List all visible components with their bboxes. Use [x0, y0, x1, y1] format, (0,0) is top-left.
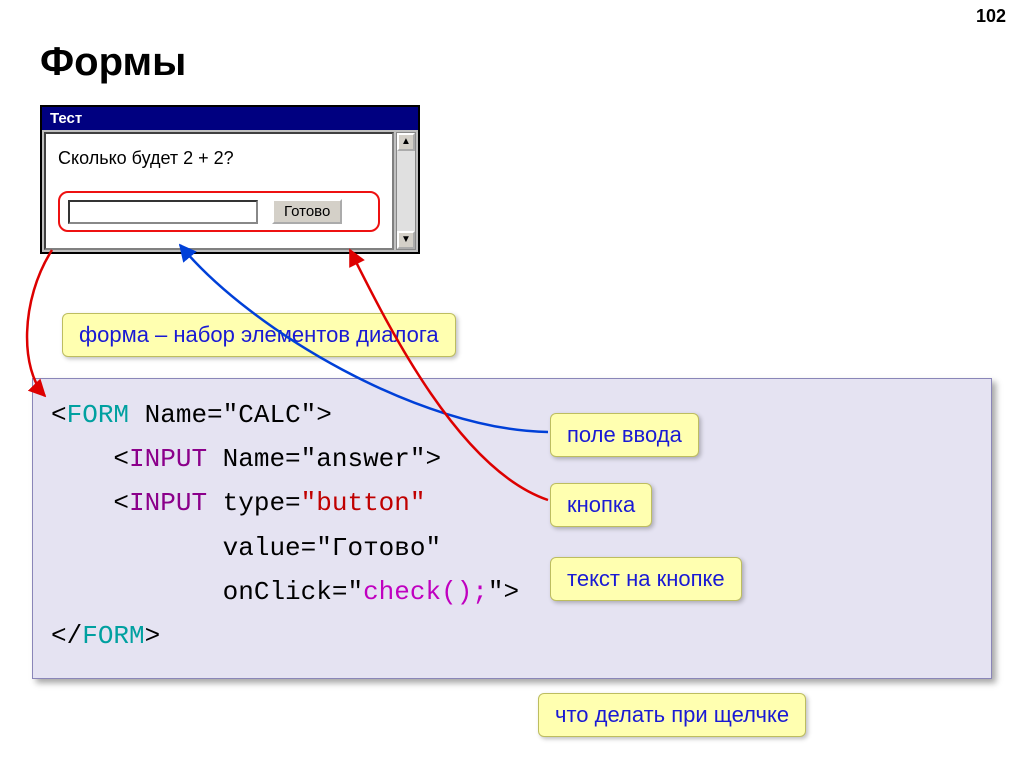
callout-input-field: поле ввода [550, 413, 699, 457]
scroll-up-icon[interactable]: ▲ [397, 133, 415, 151]
scroll-track[interactable] [397, 151, 415, 231]
code-line: </FORM> [51, 614, 973, 658]
page-title: Формы [40, 40, 186, 85]
callout-button-text: текст на кнопке [550, 557, 742, 601]
code-line: <FORM Name="CALC"> [51, 393, 973, 437]
form-outline: Готово [58, 191, 380, 232]
scrollbar[interactable]: ▲ ▼ [396, 132, 416, 250]
code-block: <FORM Name="CALC"> <INPUT Name="answer">… [32, 378, 992, 679]
window-body: Сколько будет 2 + 2? Готово [44, 132, 394, 250]
callout-onclick: что делать при щелчке [538, 693, 806, 737]
callout-form: форма – набор элементов диалога [62, 313, 456, 357]
page-number: 102 [976, 6, 1006, 27]
code-line: <INPUT Name="answer"> [51, 437, 973, 481]
callout-button: кнопка [550, 483, 652, 527]
question-text: Сколько будет 2 + 2? [58, 148, 380, 169]
example-window: Тест Сколько будет 2 + 2? Готово ▲ ▼ [40, 105, 420, 254]
answer-input[interactable] [68, 200, 258, 224]
window-title: Тест [42, 107, 418, 130]
code-line: value="Готово" [51, 526, 973, 570]
code-line: onClick="check();"> [51, 570, 973, 614]
ready-button[interactable]: Готово [272, 199, 342, 224]
scroll-down-icon[interactable]: ▼ [397, 231, 415, 249]
code-line: <INPUT type="button" [51, 481, 973, 525]
